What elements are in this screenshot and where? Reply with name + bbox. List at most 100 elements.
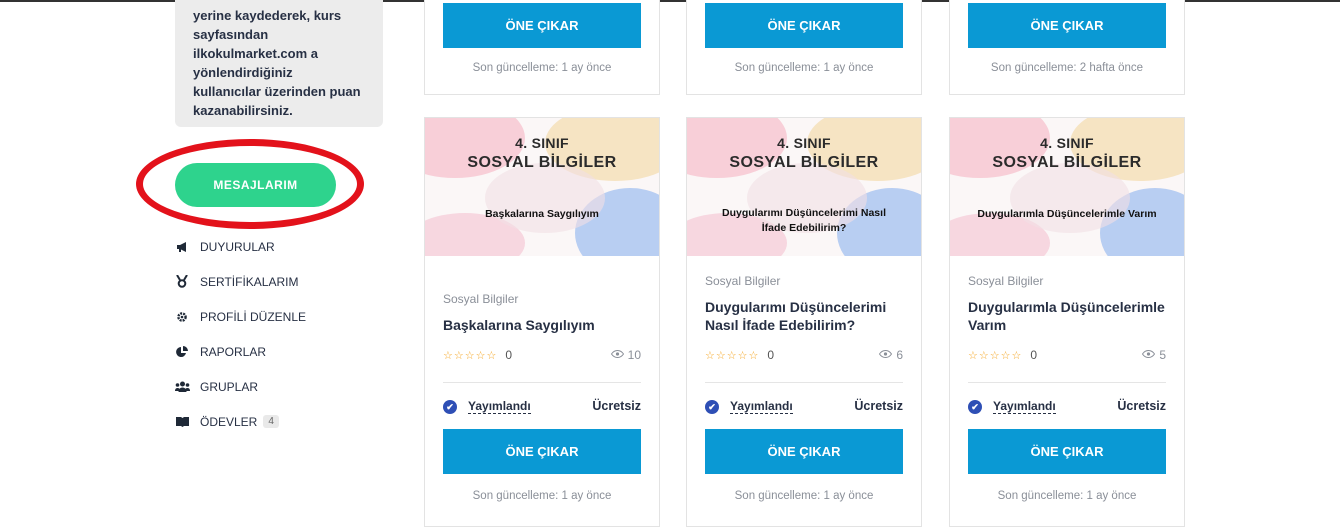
views-count: 6 (896, 348, 903, 362)
check-circle-icon: ✔ (968, 400, 982, 414)
sidebar-item-announcements[interactable]: DUYURULAR (174, 229, 306, 264)
eye-icon (1142, 349, 1156, 361)
rating-count: 0 (1030, 348, 1037, 362)
course-title[interactable]: Duygularımla Düşüncelerimle Varım (968, 298, 1173, 334)
thumbnail-topic: Duygularımı Düşüncelerimi Nasıl İfade Ed… (697, 206, 911, 236)
publish-status: ✔ Yayımlandı (968, 400, 1056, 414)
sidebar-item-label: PROFİLİ DÜZENLE (200, 309, 307, 324)
thumbnail-topic-line: Duygularımı Düşüncelerimi Nasıl (722, 207, 886, 219)
rating-count: 0 (767, 348, 774, 362)
course-thumbnail[interactable]: 4. SINIF SOSYAL BİLGİLER Duygularımla Dü… (950, 118, 1184, 256)
medal-icon (174, 275, 190, 289)
course-price: Ücretsiz (1117, 399, 1166, 413)
divider (443, 382, 641, 383)
feature-button[interactable]: ÖNE ÇIKAR (968, 3, 1166, 48)
affiliate-info-box: yerine kaydederek, kurs sayfasından ilko… (175, 0, 383, 127)
last-updated: Son güncelleme: 2 hafta önce (990, 62, 1144, 74)
info-line: ilkokulmarket.com a (193, 46, 318, 61)
info-line: sayfasından (193, 27, 269, 42)
sidebar-item-label: DUYURULAR (200, 239, 275, 254)
rating-count: 0 (505, 348, 512, 362)
last-updated: Son güncelleme: 1 ay önce (472, 490, 612, 502)
status-label[interactable]: Yayımlandı (993, 400, 1056, 414)
course-category[interactable]: Sosyal Bilgiler (968, 274, 1043, 288)
course-card-top: ÖNE ÇIKAR Son güncelleme: 1 ay önce (686, 0, 922, 95)
sidebar-item-assignments[interactable]: ÖDEVLER 4 (174, 404, 306, 439)
feature-button[interactable]: ÖNE ÇIKAR (443, 429, 641, 474)
course-title[interactable]: Duygularımı Düşüncelerimi Nasıl İfade Ed… (705, 298, 910, 334)
check-circle-icon: ✔ (705, 400, 719, 414)
info-line: yönlendirdiğiniz (193, 65, 293, 80)
course-thumbnail[interactable]: 4. SINIF SOSYAL BİLGİLER Başkalarına Say… (425, 118, 659, 256)
divider (705, 382, 903, 383)
course-price: Ücretsiz (592, 399, 641, 413)
last-updated: Son güncelleme: 1 ay önce (472, 62, 612, 74)
sidebar-item-label: SERTİFİKALARIM (200, 274, 299, 289)
views-count: 10 (627, 348, 641, 362)
sidebar-item-certificates[interactable]: SERTİFİKALARIM (174, 264, 306, 299)
thumbnail-subject: SOSYAL BİLGİLER (992, 154, 1142, 171)
sidebar-item-edit-profile[interactable]: PROFİLİ DÜZENLE (174, 299, 306, 334)
course-price: Ücretsiz (854, 399, 903, 413)
book-icon (174, 415, 190, 429)
course-rating: ☆☆☆☆☆ 0 (968, 348, 1037, 362)
star-rating-icon: ☆☆☆☆☆ (443, 349, 498, 362)
thumbnail-topic-line: Duygularımla Düşüncelerimle Varım (977, 208, 1157, 220)
thumbnail-grade: 4. SINIF (515, 135, 569, 151)
count-badge: 4 (263, 415, 279, 428)
thumbnail-topic: Duygularımla Düşüncelerimle Varım (960, 207, 1174, 222)
users-icon (174, 380, 190, 394)
thumbnail-grade: 4. SINIF (777, 135, 831, 151)
sidebar-item-label: RAPORLAR (200, 344, 267, 359)
info-line: kullanıcılar üzerinden puan (193, 84, 361, 99)
course-card-top: ÖNE ÇIKAR Son güncelleme: 2 hafta önce (949, 0, 1185, 95)
feature-button[interactable]: ÖNE ÇIKAR (443, 3, 641, 48)
thumbnail-subject: SOSYAL BİLGİLER (467, 154, 617, 171)
messages-button[interactable]: MESAJLARIM (175, 163, 336, 207)
thumbnail-subject: SOSYAL BİLGİLER (729, 154, 879, 171)
sidebar-item-label: ÖDEVLER (200, 414, 258, 429)
course-category[interactable]: Sosyal Bilgiler (443, 292, 518, 306)
course-views: 6 (879, 348, 903, 362)
thumbnail-topic: Başkalarına Saygılıyım (435, 207, 649, 222)
sidebar-menu: DUYURULAR SERTİFİKALARIM PROFİLİ DÜZENLE… (174, 229, 306, 439)
thumbnail-topic-line: Başkalarına Saygılıyım (485, 208, 599, 220)
views-count: 5 (1159, 348, 1166, 362)
course-title[interactable]: Başkalarına Saygılıyım (443, 316, 648, 334)
course-category[interactable]: Sosyal Bilgiler (705, 274, 780, 288)
eye-icon (879, 349, 893, 361)
publish-status: ✔ Yayımlandı (443, 400, 531, 414)
course-thumbnail[interactable]: 4. SINIF SOSYAL BİLGİLER Duygularımı Düş… (687, 118, 921, 256)
sidebar-item-groups[interactable]: GRUPLAR (174, 369, 306, 404)
course-views: 5 (1142, 348, 1166, 362)
course-views: 10 (610, 348, 641, 362)
status-label[interactable]: Yayımlandı (468, 400, 531, 414)
last-updated: Son güncelleme: 1 ay önce (734, 62, 874, 74)
megaphone-icon (174, 240, 190, 254)
star-rating-icon: ☆☆☆☆☆ (705, 349, 760, 362)
star-rating-icon: ☆☆☆☆☆ (968, 349, 1023, 362)
feature-button[interactable]: ÖNE ÇIKAR (705, 3, 903, 48)
course-card: 4. SINIF SOSYAL BİLGİLER Duygularımla Dü… (949, 117, 1185, 527)
feature-button[interactable]: ÖNE ÇIKAR (968, 429, 1166, 474)
course-card: 4. SINIF SOSYAL BİLGİLER Başkalarına Say… (424, 117, 660, 527)
info-line: yerine kaydederek, kurs (193, 8, 342, 23)
thumbnail-topic-line: İfade Edebilirim? (761, 222, 847, 234)
sidebar-item-label: GRUPLAR (200, 379, 259, 394)
course-card: 4. SINIF SOSYAL BİLGİLER Duygularımı Düş… (686, 117, 922, 527)
last-updated: Son güncelleme: 1 ay önce (997, 490, 1137, 502)
thumbnail-grade: 4. SINIF (1040, 135, 1094, 151)
sidebar-item-reports[interactable]: RAPORLAR (174, 334, 306, 369)
eye-icon (610, 349, 624, 361)
gear-icon (174, 310, 190, 324)
course-rating: ☆☆☆☆☆ 0 (705, 348, 774, 362)
check-circle-icon: ✔ (443, 400, 457, 414)
course-card-top: ÖNE ÇIKAR Son güncelleme: 1 ay önce (424, 0, 660, 95)
publish-status: ✔ Yayımlandı (705, 400, 793, 414)
course-rating: ☆☆☆☆☆ 0 (443, 348, 512, 362)
pie-chart-icon (174, 345, 190, 359)
divider (968, 382, 1166, 383)
feature-button[interactable]: ÖNE ÇIKAR (705, 429, 903, 474)
last-updated: Son güncelleme: 1 ay önce (734, 490, 874, 502)
status-label[interactable]: Yayımlandı (730, 400, 793, 414)
